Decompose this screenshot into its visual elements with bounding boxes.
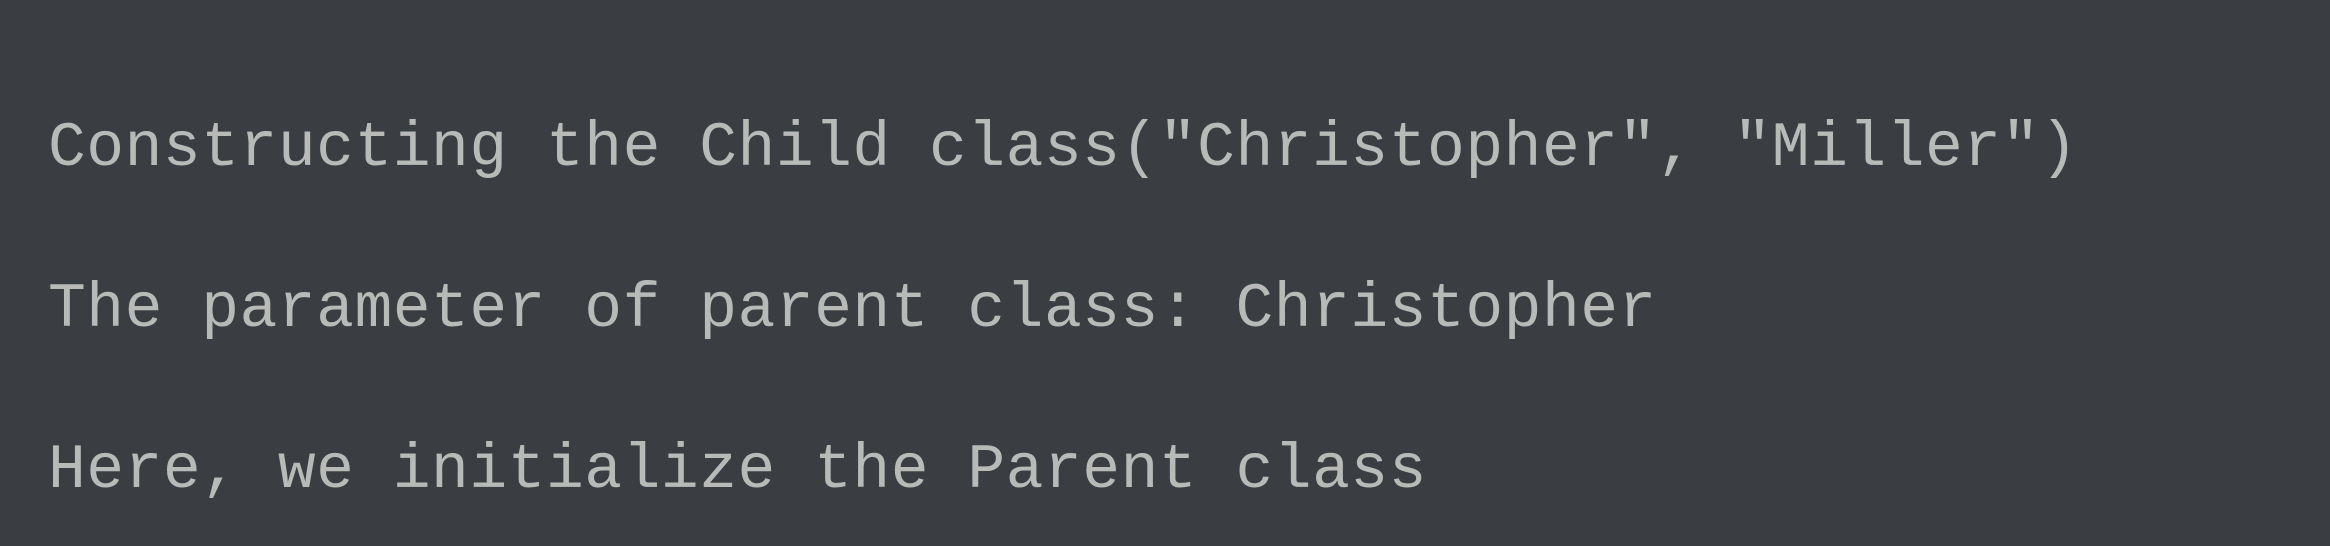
console-line: Constructing the Child class("Christophe…	[48, 109, 2282, 190]
console-output: Constructing the Child class("Christophe…	[0, 0, 2330, 546]
console-line: The parameter of parent class: Christoph…	[48, 270, 2282, 351]
console-line: Here, we initialize the Parent class	[48, 431, 2282, 512]
